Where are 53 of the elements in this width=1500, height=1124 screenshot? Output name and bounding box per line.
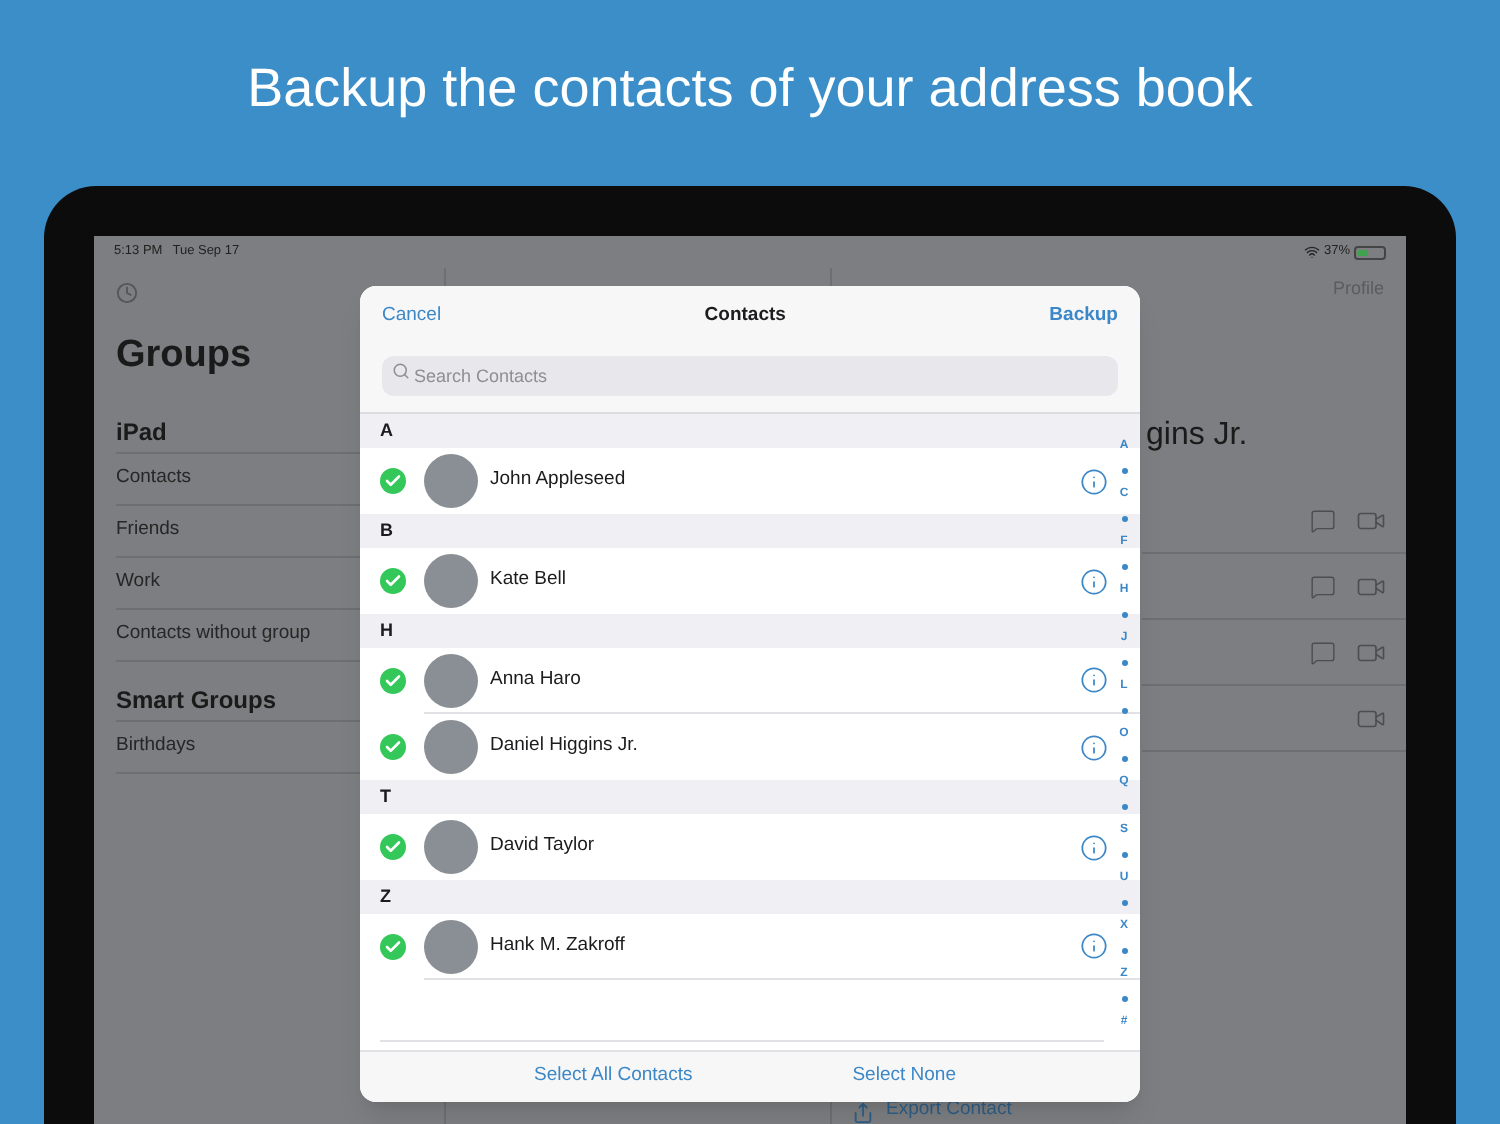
footer-link[interactable]: Select All Contacts	[534, 1062, 693, 1092]
avatar-placeholder	[424, 653, 478, 707]
info-icon[interactable]	[1080, 733, 1108, 761]
export-icon[interactable]	[852, 1102, 874, 1124]
section-title: Smart Groups	[116, 684, 277, 718]
group-item[interactable]: Work	[116, 567, 160, 597]
group-item[interactable]: Contacts without group	[116, 619, 311, 649]
message-icon[interactable]	[1310, 507, 1336, 533]
message-icon[interactable]	[1310, 573, 1336, 599]
checked-icon[interactable]	[379, 568, 405, 594]
checked-icon[interactable]	[379, 934, 405, 960]
section-letter: T	[380, 783, 391, 810]
contact-name[interactable]: Kate Bell	[490, 566, 1080, 596]
search-icon	[392, 361, 410, 379]
contact-name[interactable]: John Appleseed	[490, 466, 1080, 496]
message-icon[interactable]	[1310, 639, 1336, 665]
contact-name[interactable]: Hank M. Zakroff	[490, 931, 1080, 961]
headline: Backup the contacts of your address book	[247, 56, 1253, 123]
dialog-title: Contacts	[704, 301, 786, 330]
contact-name[interactable]: Anna Haro	[490, 665, 1080, 695]
info-icon[interactable]	[1080, 567, 1108, 595]
wifi-icon	[1303, 244, 1320, 260]
checked-icon[interactable]	[379, 834, 405, 860]
avatar-placeholder	[424, 820, 478, 874]
section-title: iPad	[116, 416, 167, 450]
avatar-placeholder	[424, 554, 478, 608]
group-item[interactable]: Friends	[116, 515, 180, 545]
footer-link[interactable]: Select None	[852, 1062, 956, 1092]
section-letter: H	[380, 617, 393, 644]
section-letter: A	[380, 417, 393, 444]
clock-icon[interactable]	[116, 282, 138, 304]
info-icon[interactable]	[1080, 666, 1108, 694]
section-letter: B	[380, 517, 393, 544]
info-icon[interactable]	[1080, 467, 1108, 495]
contact-name: gins Jr.	[1146, 416, 1250, 456]
battery-icon	[1354, 245, 1386, 259]
avatar-placeholder	[424, 454, 478, 508]
checked-icon[interactable]	[379, 468, 405, 494]
backup-button[interactable]: Backup	[1049, 301, 1118, 331]
cancel-button[interactable]: Cancel	[382, 301, 442, 331]
checked-icon[interactable]	[379, 668, 405, 694]
avatar-placeholder	[424, 720, 478, 774]
contact-name[interactable]: David Taylor	[490, 832, 1080, 862]
contact-name[interactable]: Daniel Higgins Jr.	[490, 732, 1080, 762]
group-item[interactable]: Birthdays	[116, 731, 196, 761]
group-item[interactable]: Contacts	[116, 463, 191, 493]
info-icon[interactable]	[1080, 932, 1108, 960]
info-icon[interactable]	[1080, 833, 1108, 861]
checked-icon[interactable]	[379, 734, 405, 760]
section-letter: Z	[380, 883, 391, 910]
avatar-placeholder	[424, 919, 478, 973]
search-field[interactable]: Search Contacts	[382, 356, 1118, 396]
sidebar-title: Groups	[116, 332, 252, 380]
